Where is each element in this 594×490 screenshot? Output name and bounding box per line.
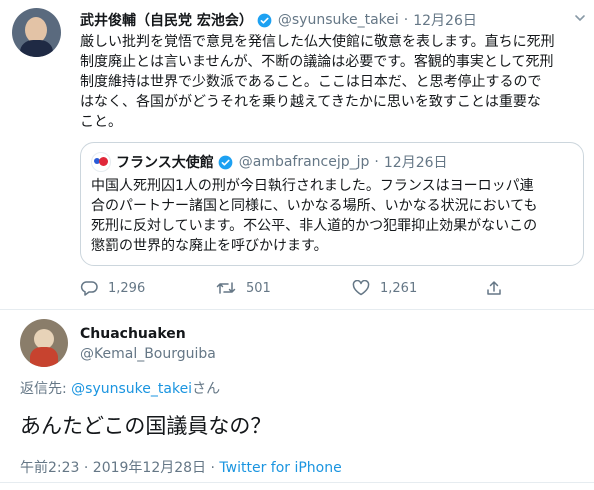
avatar-takei[interactable] [12,8,61,57]
chevron-down-icon[interactable] [574,12,586,27]
verified-badge-icon [257,13,272,27]
replying-to: 返信先: @syunsuke_takeiさん [20,378,220,398]
dot-separator: · [374,154,379,170]
reply-meta: 午前2:23 · 2019年12月28日 · Twitter for iPhon… [20,457,342,477]
quote-avatar [91,152,111,172]
tweet-text-line: はなく、各国ががどうそれを乗り越えてきたかに思いを致すことは重要な [80,94,541,110]
replying-to-link[interactable]: @syunsuke_takei [71,381,192,397]
quote-text: 中国人死刑囚1人の刑が今日執行されました。フランスはヨーロッパ連 合のパートナー… [91,176,577,256]
divider [0,309,594,310]
reply-author-handle[interactable]: @Kemal_Bourguiba [80,346,216,362]
tweet-text-line: 厳しい批判を覚悟で意見を発信した仏大使館に敬意を表します。直ちに死刑 [80,34,555,50]
reply-source[interactable]: Twitter for iPhone [219,460,341,476]
quote-text-line: 合のパートナー諸国と同様に、いかなる場所、いかなる状況においても [91,198,538,214]
tweet-text: 厳しい批判を覚悟で意見を発信した仏大使館に敬意を表します。直ちに死刑 制度廃止と… [80,32,585,132]
dot-separator: · [403,12,409,28]
retweet-button[interactable]: 501 [216,280,271,296]
share-button[interactable] [486,280,512,296]
quote-text-line: 懲罰の世界的な廃止を呼びかけます。 [91,238,328,254]
retweet-icon [216,282,236,294]
reply-text: あんたどこの国議員なの？ [20,414,272,438]
reply-icon [80,281,98,296]
replying-prefix: 返信先: [20,381,72,397]
reply-timestamp[interactable]: 午前2:23 · 2019年12月28日 · [20,460,219,476]
replying-suffix: さん [192,381,221,397]
reply-count: 1,296 [108,280,146,296]
tweet-text-line: こと。 [80,114,122,130]
tweet-text-line: 制度維持は世界で少数派であること。ここは日本だ、と思考停止するので [80,74,542,90]
author-name[interactable]: 武井俊輔（自民党 宏池会） [80,10,253,30]
reply-button[interactable]: 1,296 [80,280,145,296]
quote-date: 12月26日 [383,155,448,171]
like-count: 1,261 [380,280,418,296]
avatar-chuachuaken[interactable] [20,319,68,367]
retweet-count: 501 [246,280,271,296]
quoted-tweet-card[interactable]: フランス大使館 @ambafrancejp_jp · 12月26日 中国人死刑囚… [80,142,584,266]
quote-text-line: 死刑に反対しています。不公平、非人道的かつ犯罪抑止効果がないこの [91,218,538,234]
quote-header: フランス大使館 @ambafrancejp_jp · 12月26日 [91,152,448,172]
quote-handle: @ambafrancejp_jp [238,154,370,170]
heart-icon [352,280,370,296]
tweet-date[interactable]: 12月26日 [413,10,477,30]
tweet-text-line: 制度廃止とは言いませんが、不断の議論は必要です。客観的事実として死刑 [80,54,554,70]
reply-author-name[interactable]: Chuachuaken [80,326,186,342]
verified-badge-icon [218,155,233,169]
tweet-header: 武井俊輔（自民党 宏池会） @syunsuke_takei · 12月26日 [80,10,477,30]
like-button[interactable]: 1,261 [352,280,417,296]
author-handle[interactable]: @syunsuke_takei [278,12,399,28]
divider [0,482,594,483]
quote-author-name: フランス大使館 [116,155,214,171]
quote-text-line: 中国人死刑囚1人の刑が今日執行されました。フランスはヨーロッパ連 [91,178,534,194]
share-icon [487,281,501,295]
